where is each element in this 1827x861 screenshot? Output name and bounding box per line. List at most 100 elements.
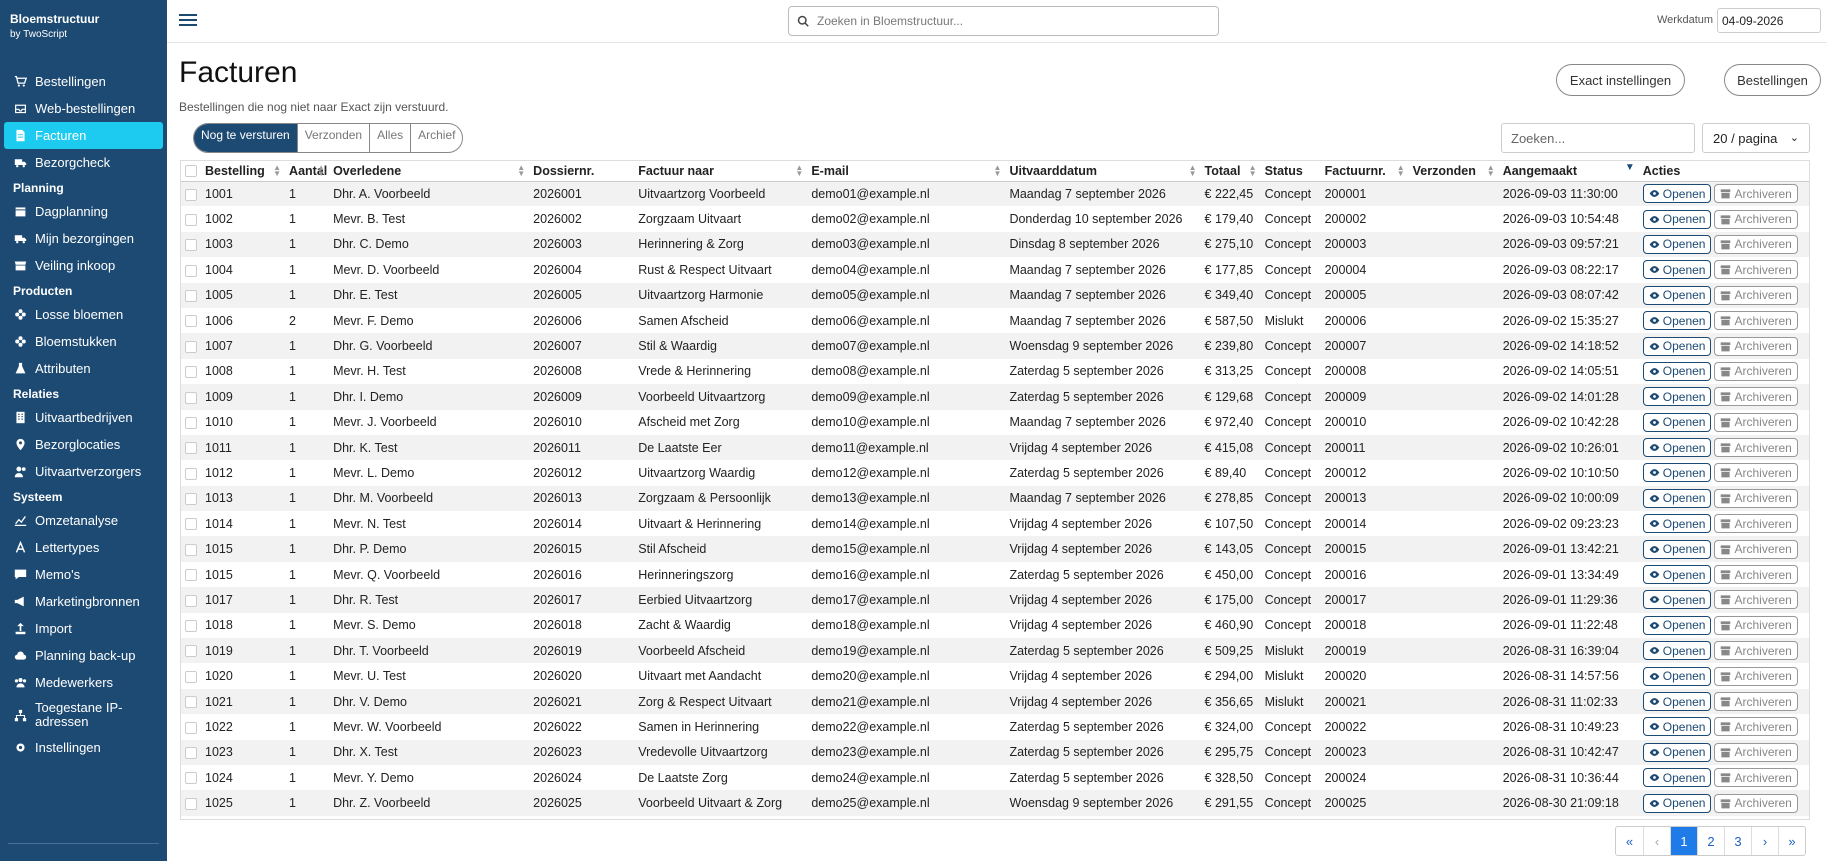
row-checkbox[interactable] <box>185 315 197 328</box>
archive-button[interactable]: Archiveren <box>1714 565 1798 585</box>
column-header-totaal[interactable]: Totaal ▲ ▼ <box>1200 161 1261 182</box>
global-search-input[interactable]: Zoeken in Bloemstructuur... <box>788 6 1219 36</box>
archive-button[interactable]: Archiveren <box>1714 590 1798 610</box>
row-checkbox[interactable] <box>185 721 197 734</box>
open-button[interactable]: Openen <box>1642 539 1712 559</box>
column-header-factuurnr[interactable]: Factuurnr. ▲ ▼ <box>1320 161 1409 182</box>
row-checkbox[interactable] <box>185 213 197 226</box>
row-checkbox[interactable] <box>185 493 197 506</box>
last-page-button[interactable]: » <box>1778 827 1805 855</box>
row-checkbox[interactable] <box>185 696 197 709</box>
sidebar-item-memo-s[interactable]: Memo's <box>4 561 163 588</box>
archive-button[interactable]: Archiveren <box>1714 361 1798 381</box>
open-button[interactable]: Openen <box>1642 742 1712 762</box>
archive-button[interactable]: Archiveren <box>1714 692 1798 711</box>
sidebar-item-losse-bloemen[interactable]: Losse bloemen <box>4 301 163 328</box>
page-2-button[interactable]: 2 <box>1697 827 1724 855</box>
archive-button[interactable]: Archiveren <box>1714 488 1798 508</box>
archive-button[interactable]: Archiveren <box>1714 285 1798 305</box>
row-checkbox[interactable] <box>185 239 197 252</box>
tab-archief[interactable]: Archief <box>410 124 462 152</box>
archive-button[interactable]: Archiveren <box>1714 463 1798 483</box>
row-checkbox[interactable] <box>185 366 197 379</box>
archive-button[interactable]: Archiveren <box>1714 412 1798 432</box>
row-checkbox[interactable] <box>185 340 197 353</box>
row-checkbox[interactable] <box>185 620 197 633</box>
row-checkbox[interactable] <box>185 797 197 810</box>
archive-button[interactable]: Archiveren <box>1714 742 1798 762</box>
open-button[interactable]: Openen <box>1642 336 1712 356</box>
orders-button[interactable]: Bestellingen <box>1724 64 1821 96</box>
archive-button[interactable]: Archiveren <box>1714 260 1798 280</box>
sidebar-item-attributen[interactable]: Attributen <box>4 355 163 382</box>
tab-alles[interactable]: Alles <box>369 124 410 152</box>
sidebar-item-web-bestellingen[interactable]: Web-bestellingen <box>4 95 163 122</box>
row-checkbox[interactable] <box>185 289 197 302</box>
per-page-select[interactable]: 20 / pagina ⌄ <box>1702 123 1810 153</box>
column-header-bestelling[interactable]: Bestelling ▲ ▼ <box>201 161 286 182</box>
sidebar-item-dagplanning[interactable]: Dagplanning <box>4 198 163 225</box>
row-checkbox[interactable] <box>185 569 197 582</box>
sidebar-item-bezorgcheck[interactable]: Bezorgcheck <box>4 149 163 176</box>
werkdatum-input[interactable]: 04-09-2026 <box>1717 8 1821 33</box>
row-checkbox[interactable] <box>185 264 197 277</box>
sidebar-item-veiling-inkoop[interactable]: Veiling inkoop <box>4 252 163 279</box>
archive-button[interactable]: Archiveren <box>1714 336 1798 356</box>
column-header-aangemaakt[interactable]: Aangemaakt ▼ <box>1498 161 1639 182</box>
archive-button[interactable]: Archiveren <box>1714 387 1798 407</box>
sidebar-item-planning-back-up[interactable]: Planning back-up <box>4 642 163 669</box>
row-checkbox[interactable] <box>185 645 197 658</box>
sidebar-item-lettertypes[interactable]: Lettertypes <box>4 534 163 561</box>
row-checkbox[interactable] <box>185 391 197 404</box>
row-checkbox[interactable] <box>185 772 197 785</box>
column-header-e-mail[interactable]: E-mail ▲ ▼ <box>807 161 1006 182</box>
row-checkbox[interactable] <box>185 543 197 556</box>
open-button[interactable]: Openen <box>1642 311 1712 331</box>
sidebar-item-bestellingen[interactable]: Bestellingen <box>4 68 163 95</box>
row-checkbox[interactable] <box>185 746 197 759</box>
open-button[interactable]: Openen <box>1642 641 1712 661</box>
archive-button[interactable]: Archiveren <box>1714 641 1798 661</box>
open-button[interactable]: Openen <box>1642 514 1712 534</box>
sidebar-item-toegestane-ip-adressen[interactable]: Toegestane IP-adressen <box>4 696 163 734</box>
open-button[interactable]: Openen <box>1642 692 1712 711</box>
sidebar-item-uitvaartbedrijven[interactable]: Uitvaartbedrijven <box>4 404 163 431</box>
table-search-input[interactable]: Zoeken... <box>1501 123 1695 153</box>
next-page-button[interactable]: › <box>1751 827 1778 855</box>
open-button[interactable]: Openen <box>1642 387 1712 407</box>
open-button[interactable]: Openen <box>1642 590 1712 610</box>
archive-button[interactable]: Archiveren <box>1714 311 1798 331</box>
row-checkbox[interactable] <box>185 416 197 429</box>
archive-button[interactable]: Archiveren <box>1714 768 1798 788</box>
archive-button[interactable]: Archiveren <box>1714 184 1798 204</box>
open-button[interactable]: Openen <box>1642 615 1712 635</box>
page-1-button[interactable]: 1 <box>1670 827 1697 855</box>
archive-button[interactable]: Archiveren <box>1714 234 1798 254</box>
open-button[interactable]: Openen <box>1642 234 1712 254</box>
column-header-verzonden[interactable]: Verzonden ▲ ▼ <box>1408 161 1499 182</box>
sidebar-item-bloemstukken[interactable]: Bloemstukken <box>4 328 163 355</box>
open-button[interactable]: Openen <box>1642 793 1712 813</box>
row-checkbox[interactable] <box>185 518 197 531</box>
archive-button[interactable]: Archiveren <box>1714 209 1798 229</box>
select-all-checkbox[interactable] <box>185 165 197 178</box>
open-button[interactable]: Openen <box>1642 361 1712 381</box>
sidebar-item-marketingbronnen[interactable]: Marketingbronnen <box>4 588 163 615</box>
archive-button[interactable]: Archiveren <box>1714 539 1798 559</box>
row-checkbox[interactable] <box>185 442 197 455</box>
sidebar-item-facturen[interactable]: Facturen <box>4 122 163 149</box>
open-button[interactable]: Openen <box>1642 488 1712 508</box>
first-page-button[interactable]: « <box>1616 827 1643 855</box>
open-button[interactable]: Openen <box>1642 768 1712 788</box>
open-button[interactable]: Openen <box>1642 666 1712 686</box>
column-header-aantal[interactable]: Aantal ▲ ▼ <box>285 161 330 182</box>
page-3-button[interactable]: 3 <box>1724 827 1751 855</box>
sidebar-item-omzetanalyse[interactable]: Omzetanalyse <box>4 507 163 534</box>
archive-button[interactable]: Archiveren <box>1714 514 1798 534</box>
archive-button[interactable]: Archiveren <box>1714 666 1798 686</box>
row-checkbox[interactable] <box>185 467 197 480</box>
open-button[interactable]: Openen <box>1642 285 1712 305</box>
archive-button[interactable]: Archiveren <box>1714 717 1798 737</box>
tab-nog-te-versturen[interactable]: Nog te versturen <box>194 124 297 152</box>
open-button[interactable]: Openen <box>1642 260 1712 280</box>
